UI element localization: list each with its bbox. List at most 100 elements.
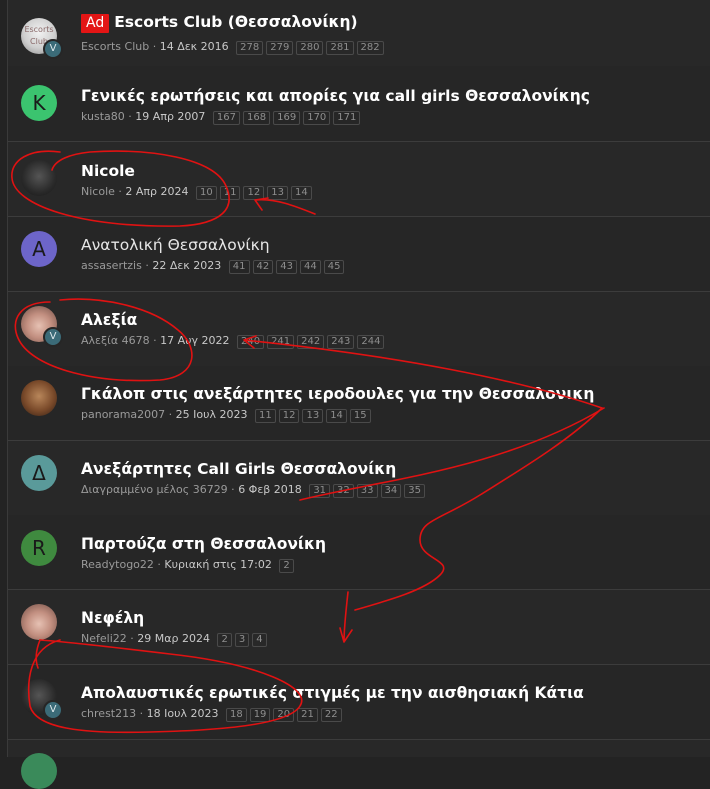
page-link[interactable]: 35 (404, 484, 425, 498)
page-link[interactable]: 168 (243, 111, 271, 125)
thread-title[interactable]: Απολαυστικές ερωτικές στιγμές με την αισ… (81, 683, 584, 703)
thread-date[interactable]: 25 Ιουλ 2023 (176, 408, 248, 421)
thread-row[interactable]: Escorts Club V Ad Escorts Club (Θεσσαλονί… (8, 0, 710, 75)
page-link[interactable]: 20 (273, 708, 295, 722)
page-link[interactable]: 33 (356, 484, 378, 498)
page-link[interactable]: 22 (320, 708, 342, 722)
thread-author[interactable]: assasertzis (81, 259, 142, 272)
thread-title[interactable]: Ad Escorts Club (Θεσσαλονίκη) (81, 12, 358, 33)
avatar[interactable] (21, 753, 57, 789)
page-link[interactable]: 12 (243, 186, 265, 200)
thread-title[interactable]: Γενικές ερωτήσεις και απορίες για call g… (81, 86, 590, 106)
page-link[interactable]: 243 (327, 335, 355, 349)
avatar[interactable] (21, 380, 57, 416)
thread-author[interactable]: chrest213 (81, 707, 136, 720)
page-link[interactable]: 170 (303, 111, 331, 125)
thread-row[interactable]: R Παρτούζα στη Θεσσαλονίκη Readytogo22 ·… (8, 515, 710, 590)
page-link[interactable]: 18 (225, 708, 247, 722)
thread-author[interactable]: Nefeli22 (81, 632, 127, 645)
page-link[interactable]: 12 (278, 409, 300, 423)
page-link[interactable]: 167 (212, 111, 241, 125)
thread-author[interactable]: Αλεξία 4678 (81, 334, 150, 347)
thread-date[interactable]: 6 Φεβ 2018 (238, 483, 302, 496)
page-link[interactable]: 279 (266, 41, 294, 55)
page-link[interactable]: 3 (234, 633, 250, 647)
thread-date[interactable]: 22 Δεκ 2023 (152, 259, 221, 272)
avatar[interactable]: Escorts Club V (21, 18, 63, 59)
page-link[interactable]: 13 (302, 409, 324, 423)
page-link[interactable]: 31 (309, 484, 331, 498)
page-link[interactable]: 171 (333, 111, 361, 125)
page-link[interactable]: 169 (273, 111, 301, 125)
thread-row[interactable]: Δ Ανεξάρτητες Call Girls Θεσσαλονίκη Δια… (8, 441, 710, 516)
page-link[interactable]: 14 (326, 409, 347, 423)
thread-row[interactable]: Νεφέλη Nefeli22 · 29 Μαρ 2024 234 (8, 590, 710, 665)
thread-author[interactable]: Διαγραμμένο μέλος 36729 (81, 483, 228, 496)
page-link[interactable]: 13 (267, 186, 288, 200)
avatar[interactable] (21, 160, 57, 196)
thread-date[interactable]: 14 Δεκ 2016 (160, 40, 229, 53)
thread-date[interactable]: 19 Απρ 2007 (135, 110, 205, 123)
page-link[interactable]: 10 (196, 186, 217, 200)
thread-date[interactable]: 18 Ιουλ 2023 (147, 707, 219, 720)
thread-author[interactable]: kusta80 (81, 110, 125, 123)
thread-meta: Escorts Club · 14 Δεκ 2016 278 279 280 281 2… (81, 39, 387, 55)
page-link[interactable]: 281 (326, 41, 354, 55)
avatar[interactable]: K (21, 85, 57, 121)
page-link[interactable]: 2 (217, 633, 232, 647)
page-link[interactable]: 242 (297, 335, 325, 349)
page-link[interactable]: 34 (380, 484, 402, 498)
thread-author[interactable]: Escorts Club (81, 40, 149, 53)
page-link[interactable]: 44 (300, 260, 321, 274)
page-link[interactable]: 42 (252, 260, 274, 274)
page-link[interactable]: 244 (357, 335, 385, 349)
thread-row[interactable]: Γκάλοπ στις ανεξάρτητες ιεροδουλες για τ… (8, 366, 710, 441)
page-link[interactable]: 19 (249, 708, 271, 722)
thread-row[interactable] (8, 740, 710, 789)
thread-title[interactable]: Ανεξάρτητες Call Girls Θεσσαλονίκη (81, 459, 396, 479)
page-link[interactable]: 4 (252, 633, 267, 647)
page-link[interactable]: 282 (356, 41, 384, 55)
page-link[interactable]: 240 (236, 335, 265, 349)
thread-title[interactable]: Γκάλοπ στις ανεξάρτητες ιεροδουλες για τ… (81, 384, 594, 404)
thread-date[interactable]: 2 Απρ 2024 (125, 185, 188, 198)
avatar[interactable] (21, 604, 57, 640)
thread-row[interactable]: Nicole Nicole · 2 Απρ 2024 10 11 12 13 14 (8, 142, 710, 217)
page-link[interactable]: 280 (296, 41, 324, 55)
avatar[interactable]: A (21, 231, 57, 267)
page-link[interactable]: 11 (254, 409, 276, 423)
thread-title[interactable]: Νεφέλη (81, 608, 144, 628)
page-link[interactable]: 2 (279, 559, 294, 573)
page-link[interactable]: 11 (219, 186, 241, 200)
page-link[interactable]: 32 (333, 484, 354, 498)
page-link[interactable]: 14 (290, 186, 312, 200)
thread-row[interactable]: K Γενικές ερωτήσεις και απορίες για call… (8, 66, 710, 142)
avatar[interactable]: V (21, 306, 63, 347)
thread-row[interactable]: A Ανατολική Θεσσαλονίκη assasertzis · 22… (8, 217, 710, 292)
thread-title-text[interactable]: Escorts Club (Θεσσαλονίκη) (114, 13, 357, 31)
avatar[interactable]: R (21, 530, 57, 566)
page-link[interactable]: 41 (228, 260, 250, 274)
page-link[interactable]: 278 (236, 41, 264, 55)
page-link[interactable]: 21 (297, 708, 318, 722)
thread-title[interactable]: Nicole (81, 161, 135, 181)
thread-author[interactable]: Nicole (81, 185, 115, 198)
thread-row[interactable]: V Αλεξία Αλεξία 4678 · 17 Αυγ 2022 240 24… (8, 292, 710, 367)
thread-meta: Nefeli22 · 29 Μαρ 2024 234 (81, 631, 270, 647)
thread-title[interactable]: Παρτούζα στη Θεσσαλονίκη (81, 534, 326, 554)
page-link[interactable]: 43 (276, 260, 297, 274)
thread-date[interactable]: Κυριακή στις 17:02 (164, 558, 271, 571)
thread-row[interactable]: V Απολαυστικές ερωτικές στιγμές με την α… (8, 665, 710, 740)
page-link[interactable]: 241 (267, 335, 295, 349)
thread-author[interactable]: panorama2007 (81, 408, 165, 421)
thread-title[interactable]: Αλεξία (81, 310, 137, 330)
page-link[interactable]: 45 (323, 260, 345, 274)
avatar[interactable]: V (21, 679, 63, 720)
thread-date[interactable]: 29 Μαρ 2024 (137, 632, 210, 645)
thread-date[interactable]: 17 Αυγ 2022 (160, 334, 229, 347)
avatar[interactable]: Δ (21, 455, 57, 491)
page-jump: 234 (217, 631, 269, 647)
page-link[interactable]: 15 (349, 409, 371, 423)
thread-title[interactable]: Ανατολική Θεσσαλονίκη (81, 235, 270, 255)
thread-author[interactable]: Readytogo22 (81, 558, 154, 571)
